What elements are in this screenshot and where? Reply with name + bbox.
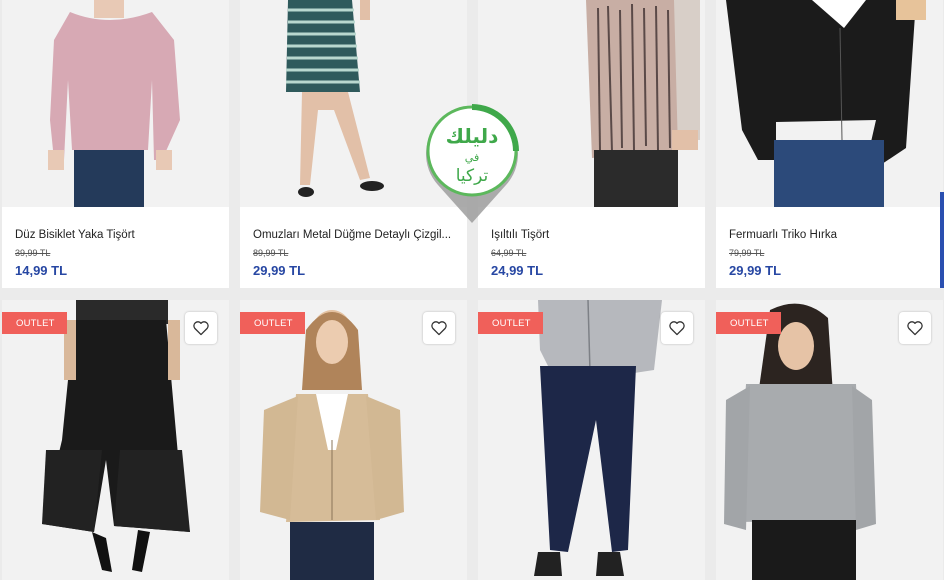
- heart-outline-icon: [431, 321, 447, 336]
- favorite-button[interactable]: [423, 312, 455, 344]
- current-price: 29,99 TL: [253, 263, 306, 278]
- watermark-text-3: تركيا: [456, 166, 489, 186]
- product-name[interactable]: Işıltılı Tişört: [491, 229, 691, 241]
- outlet-badge: OUTLET: [2, 312, 67, 334]
- watermark-logo: دليلك في تركيا: [420, 103, 524, 225]
- old-price: 89,99 TL: [253, 248, 289, 258]
- favorite-button[interactable]: [899, 312, 931, 344]
- current-price: 29,99 TL: [729, 263, 782, 278]
- current-price: 24,99 TL: [491, 263, 544, 278]
- favorite-button[interactable]: [185, 312, 217, 344]
- old-price: 79,99 TL: [729, 248, 765, 258]
- product-card[interactable]: OUTLET: [716, 300, 943, 580]
- product-card[interactable]: Düz Bisiklet Yaka Tişört 39,99 TL 14,99 …: [2, 0, 229, 288]
- heart-outline-icon: [907, 321, 923, 336]
- scroll-indicator: [940, 192, 944, 288]
- product-card[interactable]: OUTLET: [2, 300, 229, 580]
- heart-outline-icon: [193, 321, 209, 336]
- product-card[interactable]: OUTLET: [478, 300, 705, 580]
- old-price: 39,99 TL: [15, 248, 51, 258]
- outlet-badge: OUTLET: [478, 312, 543, 334]
- favorite-button[interactable]: [661, 312, 693, 344]
- current-price: 14,99 TL: [15, 263, 68, 278]
- old-price: 64,99 TL: [491, 248, 527, 258]
- product-image[interactable]: [716, 0, 943, 207]
- product-image[interactable]: [2, 0, 229, 207]
- product-name[interactable]: Fermuarlı Triko Hırka: [729, 229, 929, 241]
- product-name[interactable]: Düz Bisiklet Yaka Tişört: [15, 229, 215, 241]
- watermark-text-2: في: [465, 151, 479, 164]
- watermark-text-1: دليلك: [446, 124, 499, 148]
- product-card[interactable]: OUTLET: [240, 300, 467, 580]
- outlet-badge: OUTLET: [240, 312, 305, 334]
- product-card[interactable]: Fermuarlı Triko Hırka 79,99 TL 29,99 TL: [716, 0, 943, 288]
- product-name[interactable]: Omuzları Metal Düğme Detaylı Çizgil...: [253, 229, 453, 241]
- outlet-badge: OUTLET: [716, 312, 781, 334]
- heart-outline-icon: [669, 321, 685, 336]
